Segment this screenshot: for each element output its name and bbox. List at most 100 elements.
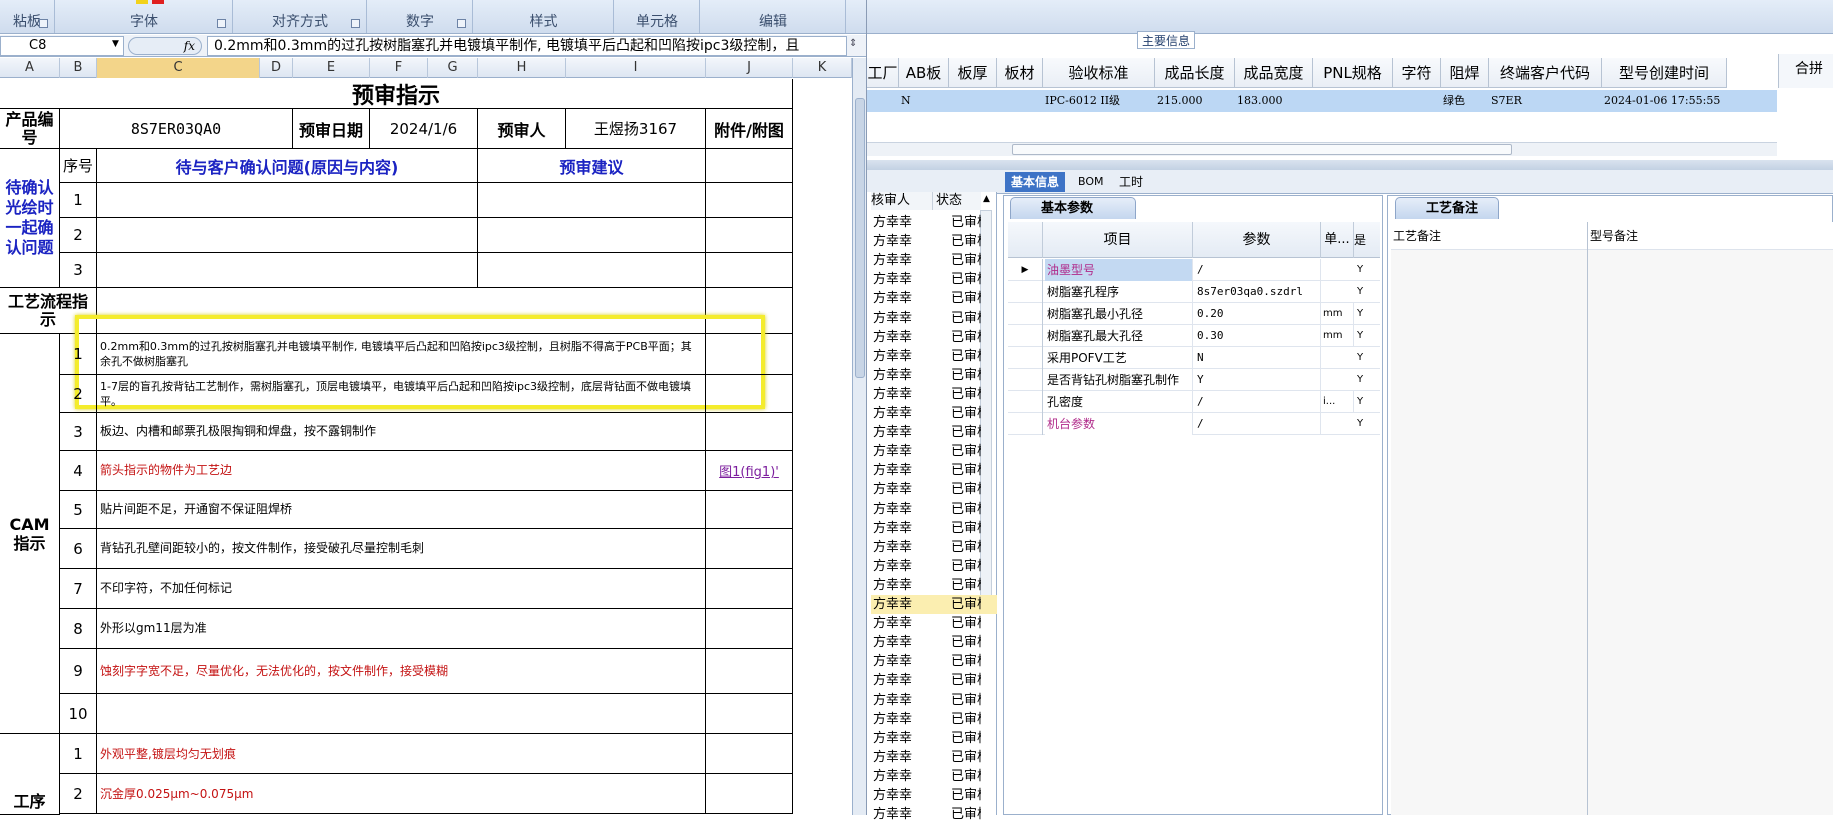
main-info-header[interactable]: 板厚 <box>949 58 997 88</box>
reviewer-row[interactable]: 方幸幸 已审核 <box>871 557 997 576</box>
seq-header[interactable]: 序号 <box>60 149 97 183</box>
reviewer-header[interactable]: 核审人 <box>871 192 933 210</box>
main-info-header[interactable]: 成品长度 <box>1155 58 1235 88</box>
product-code[interactable]: 8S7ER03QA0 <box>60 109 293 149</box>
reviewer-row[interactable]: 方幸幸 已审核 <box>871 767 997 786</box>
column-header[interactable]: D <box>260 58 293 78</box>
attachment-cell[interactable] <box>706 649 793 694</box>
main-info-header[interactable]: 板材 <box>997 58 1043 88</box>
param-flag[interactable]: Y <box>1357 281 1363 303</box>
tab-basic-params[interactable]: 基本参数 <box>1010 197 1136 219</box>
main-info-cell[interactable] <box>1393 90 1441 112</box>
main-info-cell[interactable]: 215.000 <box>1155 90 1235 112</box>
reviewer-row[interactable]: 方幸幸 已审核 <box>871 710 997 729</box>
param-value[interactable]: / <box>1195 413 1321 435</box>
row-selector[interactable] <box>1008 303 1043 325</box>
reviewer-row[interactable]: 方幸幸 已审核 <box>871 595 997 614</box>
main-info-header[interactable]: 型号创建时间 <box>1602 58 1727 88</box>
param-value[interactable]: 0.20 <box>1195 303 1321 325</box>
param-row[interactable]: ▶ 油墨型号 / Y <box>1008 259 1380 281</box>
main-info-cell[interactable]: N <box>899 90 949 112</box>
issue-header[interactable]: 待与客户确认问题(原因与内容) <box>97 149 478 183</box>
reviewer-row[interactable]: 方幸幸 已审核 <box>871 691 997 710</box>
sheet-title[interactable]: 预审指示 <box>0 79 793 109</box>
advice-header[interactable]: 预审建议 <box>478 149 706 183</box>
cam-row-text[interactable]: 贴片间距不足，开通窗不保证阻焊桥 <box>97 491 706 529</box>
tab-bom[interactable]: BOM <box>1072 172 1110 192</box>
row-selector[interactable] <box>1008 413 1043 435</box>
fig1-link[interactable]: 图1(fig1)' <box>719 461 779 480</box>
seq-cell[interactable]: 6 <box>60 529 97 569</box>
ribbon-group-editing[interactable]: 编辑 <box>701 0 846 33</box>
ribbon-group-font[interactable]: 字体 <box>56 0 233 33</box>
cam-section-label[interactable]: CAM指示 <box>0 334 60 734</box>
cam-row-text[interactable]: 0.2mm和0.3mm的过孔按树脂塞孔并电镀填平制作, 电镀填平后凸起和凹陷按i… <box>97 334 706 375</box>
param-row[interactable]: 机台参数 / Y <box>1008 413 1380 435</box>
reviewer-row[interactable]: 方幸幸 已审核 <box>871 480 997 499</box>
main-info-cell[interactable]: IPC-6012 II级 <box>1043 90 1155 112</box>
param-value[interactable]: / <box>1195 391 1321 413</box>
reviewer-row[interactable]: 方幸幸 已审核 <box>871 652 997 671</box>
ribbon-group-alignment[interactable]: 对齐方式 <box>234 0 367 33</box>
reviewer-row[interactable]: 方幸幸 已审核 <box>871 786 997 805</box>
issue-cell[interactable] <box>97 183 478 218</box>
column-header[interactable]: J <box>706 58 793 78</box>
attachment-cell[interactable] <box>706 774 793 814</box>
reviewer-row[interactable]: 方幸幸 已审核 <box>871 519 997 538</box>
column-header[interactable]: H <box>478 58 566 78</box>
param-row[interactable]: 树脂塞孔程序 8s7er03qa0.szdrl Y <box>1008 281 1380 303</box>
process-section-label[interactable]: 工序 <box>0 734 60 815</box>
reviewer-label[interactable]: 预审人 <box>478 109 566 149</box>
param-value[interactable]: 0.30 <box>1195 325 1321 347</box>
params-header-flag[interactable]: 是 <box>1354 222 1366 258</box>
param-flag[interactable]: Y <box>1357 325 1363 347</box>
dialog-launcher-icon[interactable] <box>351 19 360 28</box>
column-header[interactable]: B <box>60 58 97 78</box>
tab-labor-hours[interactable]: 工时 <box>1113 172 1149 192</box>
attachment-cell[interactable] <box>706 694 793 734</box>
date-label[interactable]: 预审日期 <box>293 109 370 149</box>
param-value[interactable]: Y <box>1195 369 1321 391</box>
main-info-header[interactable]: 成品宽度 <box>1235 58 1313 88</box>
main-info-cell[interactable]: 183.000 <box>1235 90 1313 112</box>
font-color-icon[interactable] <box>152 0 164 4</box>
attachment-cell[interactable] <box>706 375 793 413</box>
params-header-item[interactable]: 项目 <box>1043 222 1193 258</box>
attachment-cell[interactable] <box>706 218 793 253</box>
review-date[interactable]: 2024/1/6 <box>370 109 478 149</box>
process-row-text[interactable]: 外观平整,镀层均匀无划痕 <box>97 734 706 774</box>
splitter[interactable] <box>867 160 1833 170</box>
reviewer-row[interactable]: 方幸幸 已审核 <box>871 309 997 328</box>
dialog-launcher-icon[interactable] <box>217 19 226 28</box>
row-selector[interactable]: ▶ <box>1008 259 1043 281</box>
seq-cell[interactable]: 9 <box>60 649 97 694</box>
column-header[interactable]: C <box>97 58 260 78</box>
formula-input[interactable]: 0.2mm和0.3mm的过孔按树脂塞孔并电镀填平制作, 电镀填平后凸起和凹陷按i… <box>207 36 847 56</box>
reviewer-row[interactable]: 方幸幸 已审核 <box>871 538 997 557</box>
cam-row-text[interactable]: 蚀刻字字宽不足，尽量优化，无法优化的，按文件制作，接受模糊 <box>97 649 706 694</box>
advice-cell[interactable] <box>478 253 706 288</box>
column-header[interactable]: G <box>428 58 478 78</box>
insert-function-button[interactable]: fx <box>128 37 202 55</box>
attachment-cell[interactable] <box>706 491 793 529</box>
horizontal-scrollbar[interactable] <box>867 142 1777 156</box>
seq-cell[interactable]: 8 <box>60 609 97 649</box>
scroll-up-icon[interactable]: ▲ <box>983 194 990 204</box>
row-selector[interactable] <box>1008 369 1043 391</box>
attachment-cell[interactable]: 图1(fig1)' <box>706 451 793 491</box>
params-header-value[interactable]: 参数 <box>1193 222 1321 258</box>
reviewer-row[interactable]: 方幸幸 已审核 <box>871 404 997 423</box>
seq-cell[interactable]: 2 <box>60 218 97 253</box>
advice-cell[interactable] <box>478 183 706 218</box>
main-info-cell[interactable]: 绿色 <box>1441 90 1489 112</box>
reviewer-row[interactable]: 方幸幸 已审核 <box>871 442 997 461</box>
seq-cell[interactable]: 7 <box>60 569 97 609</box>
main-info-cell[interactable] <box>949 90 997 112</box>
advice-cell[interactable] <box>478 218 706 253</box>
cam-row-text[interactable]: 外形以gm11层为准 <box>97 609 706 649</box>
param-row[interactable]: 树脂塞孔最大孔径 0.30 mm Y <box>1008 325 1380 347</box>
confirm-section-label[interactable]: 待确认光绘时一起确认问题 <box>0 149 60 288</box>
cam-row-text[interactable]: 板边、内槽和邮票孔极限掏铜和焊盘，按不露铜制作 <box>97 413 706 451</box>
process-notes-field[interactable]: 工艺备注 <box>1391 222 1588 815</box>
attachment-cell[interactable] <box>706 413 793 451</box>
